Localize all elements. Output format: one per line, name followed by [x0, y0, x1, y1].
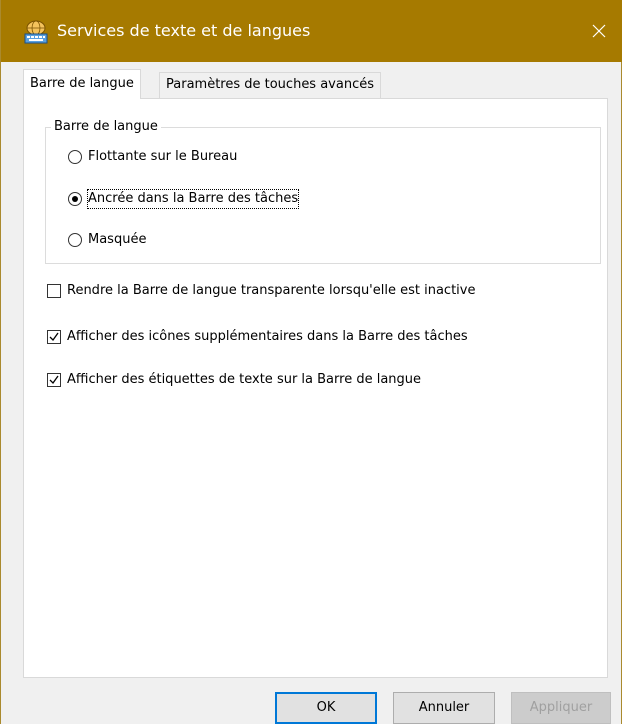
radio-button-docked[interactable] — [68, 192, 82, 206]
title-bar: Services de texte et de langues — [1, 0, 622, 62]
radio-label-floating: Flottante sur le Bureau — [88, 149, 238, 164]
radio-button-floating[interactable] — [68, 150, 82, 164]
language-bar-groupbox: Barre de langue Flottante sur le Bureau … — [45, 118, 601, 264]
checkbox-row-extra-icons[interactable]: Afficher des icônes supplémentaires dans… — [47, 327, 468, 347]
checkbox-label-extra-icons: Afficher des icônes supplémentaires dans… — [67, 329, 468, 344]
checkbox-row-transparent[interactable]: Rendre la Barre de langue transparente l… — [47, 281, 475, 301]
radio-docked[interactable]: Ancrée dans la Barre des tâches — [68, 189, 300, 209]
radio-label-docked: Ancrée dans la Barre des tâches — [86, 189, 300, 209]
tab-barre-de-langue[interactable]: Barre de langue — [23, 69, 141, 99]
close-icon — [592, 24, 606, 38]
checkbox-text-labels[interactable] — [47, 373, 61, 387]
checkbox-row-text-labels[interactable]: Afficher des étiquettes de texte sur la … — [47, 370, 421, 390]
checkmark-icon — [49, 375, 59, 385]
checkbox-extra-icons[interactable] — [47, 330, 61, 344]
apply-button[interactable]: Appliquer — [511, 692, 611, 724]
checkbox-label-text-labels: Afficher des étiquettes de texte sur la … — [67, 372, 422, 387]
radio-button-hidden[interactable] — [68, 233, 82, 247]
tab-parametres-touches-avances[interactable]: Paramètres de touches avancés — [159, 72, 381, 98]
checkbox-transparent[interactable] — [47, 284, 61, 298]
window-title: Services de texte et de langues — [57, 21, 311, 40]
checkmark-icon — [49, 332, 59, 342]
radio-hidden[interactable]: Masquée — [68, 230, 146, 250]
radio-label-hidden: Masquée — [88, 232, 147, 247]
ok-button[interactable]: OK — [275, 692, 377, 724]
radio-floating[interactable]: Flottante sur le Bureau — [68, 147, 237, 167]
keyboard-globe-icon — [24, 20, 48, 44]
cancel-button[interactable]: Annuler — [393, 692, 495, 724]
checkbox-label-transparent: Rendre la Barre de langue transparente l… — [67, 283, 476, 298]
close-button[interactable] — [575, 0, 622, 62]
tab-panel: Barre de langue Flottante sur le Bureau … — [23, 98, 608, 678]
groupbox-legend: Barre de langue — [51, 118, 161, 136]
dialog-window: Services de texte et de langues Barre de… — [0, 0, 622, 724]
